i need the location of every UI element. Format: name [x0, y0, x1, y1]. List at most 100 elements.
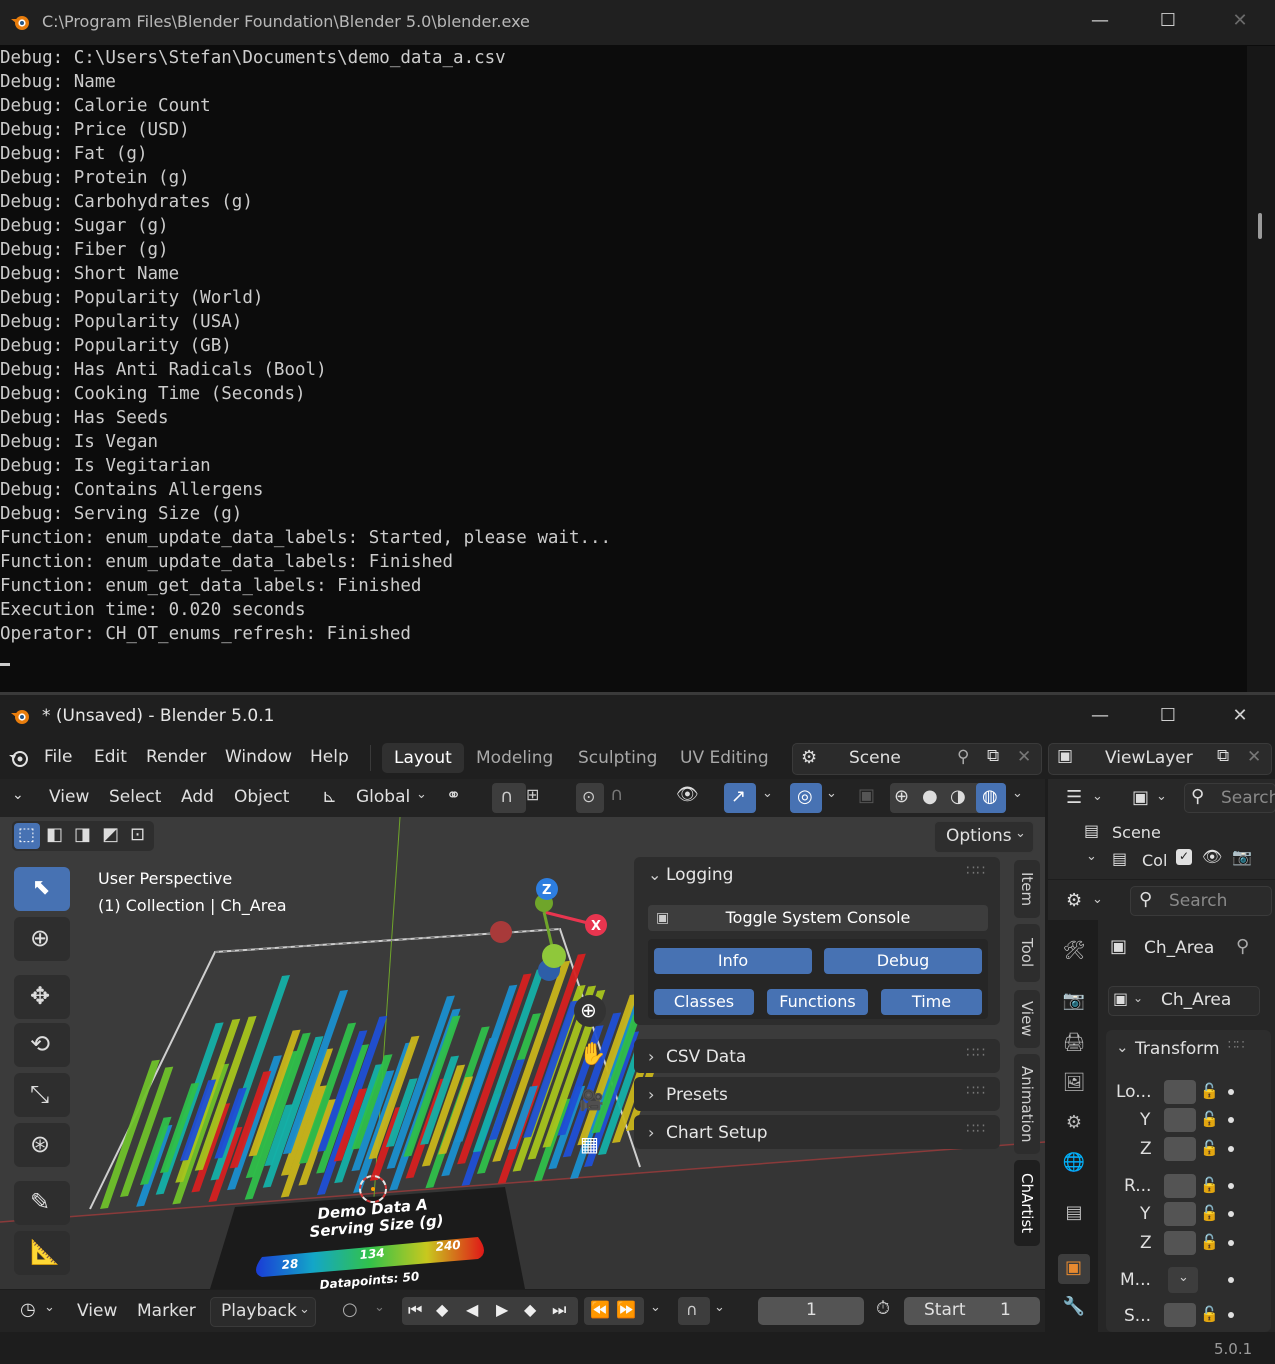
lock-icon[interactable]: 🔓: [1200, 1176, 1219, 1194]
functions-toggle-button[interactable]: Functions: [767, 989, 868, 1015]
keyframe-dot[interactable]: [1228, 1146, 1234, 1152]
ortho-toggle-button[interactable]: ▦: [574, 1129, 606, 1161]
keyframe-dot[interactable]: [1228, 1183, 1234, 1189]
tool-cursor[interactable]: ⊕: [14, 917, 70, 961]
xray-icon[interactable]: ▣: [858, 785, 875, 806]
eye-icon[interactable]: 👁: [1202, 847, 1222, 866]
keyframe-dot[interactable]: [1228, 1312, 1234, 1318]
keyframe-dot[interactable]: [1228, 1277, 1234, 1283]
classes-toggle-button[interactable]: Classes: [654, 989, 754, 1015]
tab-layout[interactable]: Layout: [382, 743, 464, 773]
debug-toggle-button[interactable]: Debug: [824, 948, 982, 974]
new-scene-icon[interactable]: ⧉: [987, 746, 999, 766]
sidebar-tab-item[interactable]: Item: [1014, 860, 1040, 918]
properties-search-field[interactable]: ⚲ Search: [1130, 886, 1272, 916]
chevron-down-icon[interactable]: ⌄: [1116, 1038, 1129, 1056]
rotation-y-field[interactable]: [1164, 1202, 1196, 1226]
outliner-search-field[interactable]: ⚲ Search: [1184, 783, 1275, 813]
sidebar-tab-view[interactable]: View: [1014, 990, 1040, 1048]
viewport-menu-view[interactable]: View: [49, 787, 89, 807]
jump-start-icon[interactable]: ⏮: [408, 1300, 422, 1320]
output-tab-icon[interactable]: 🖨: [1060, 1032, 1088, 1060]
view-layer-tab-icon[interactable]: 🖼: [1060, 1072, 1088, 1100]
record-icon[interactable]: ○: [342, 1299, 358, 1320]
scene-tab-icon[interactable]: ⚙: [1060, 1112, 1088, 1140]
proportional-edit-toggle[interactable]: ⊙: [576, 783, 604, 813]
select-extend-icon[interactable]: ◧: [46, 824, 63, 845]
menu-file[interactable]: File: [44, 747, 72, 767]
zoom-button[interactable]: ⊕: [574, 995, 606, 1027]
tool-scale[interactable]: ⤡: [14, 1073, 70, 1117]
rotation-z-field[interactable]: [1164, 1231, 1196, 1255]
lock-icon[interactable]: 🔓: [1200, 1305, 1219, 1323]
chevron-down-icon[interactable]: ⌄: [1156, 789, 1167, 804]
chevron-down-icon[interactable]: ⌄: [648, 865, 661, 884]
tool-settings-tab-icon[interactable]: 🛠: [1060, 940, 1088, 968]
properties-editor-icon[interactable]: ⚙: [1066, 890, 1082, 911]
logging-panel-title[interactable]: Logging: [666, 865, 733, 885]
select-intersect-icon[interactable]: ⊡: [130, 824, 145, 845]
pin-icon[interactable]: ⚲: [1236, 936, 1249, 957]
chevron-down-icon[interactable]: ⌄: [44, 1300, 55, 1315]
new-view-layer-icon[interactable]: ⧉: [1217, 746, 1229, 766]
chevron-down-icon[interactable]: ⌄: [374, 1300, 385, 1315]
current-frame-field[interactable]: 1: [758, 1297, 864, 1325]
drag-handle-icon[interactable]: ∷∷: [966, 1045, 986, 1061]
viewport-menu-add[interactable]: Add: [181, 787, 214, 807]
pin-icon[interactable]: ⚲: [957, 747, 969, 767]
drag-handle-icon[interactable]: ∷∷: [1228, 1038, 1245, 1053]
tab-modeling[interactable]: Modeling: [464, 743, 565, 773]
visibility-eye-icon[interactable]: 👁: [676, 784, 699, 805]
play-reverse-icon[interactable]: ◀: [466, 1300, 478, 1319]
transform-panel-title[interactable]: Transform: [1135, 1039, 1220, 1059]
menu-render[interactable]: Render: [146, 747, 207, 767]
rendered-shading-button[interactable]: ◍: [976, 783, 1006, 813]
blender-menu-icon[interactable]: [6, 747, 32, 769]
keyframe-dot[interactable]: [1228, 1117, 1234, 1123]
scene-collection-label[interactable]: Scene: [1112, 823, 1161, 842]
tool-move[interactable]: ✥: [14, 975, 70, 1019]
solid-shading-icon[interactable]: ●: [922, 786, 938, 807]
console-scrollbar-thumb[interactable]: [1258, 213, 1262, 239]
timeline-menu-marker[interactable]: Marker: [137, 1301, 196, 1321]
console-close-button[interactable]: ✕: [1220, 10, 1260, 31]
chevron-down-icon[interactable]: ⌄: [1092, 892, 1103, 907]
object-name[interactable]: Ch_Area: [1144, 938, 1214, 958]
gizmo-toggle[interactable]: ↗: [724, 783, 756, 813]
tab-uv-editing[interactable]: UV Editing: [668, 743, 781, 773]
menu-window[interactable]: Window: [225, 747, 292, 767]
blender-close-button[interactable]: ✕: [1220, 705, 1260, 726]
sidebar-tab-animation[interactable]: Animation: [1014, 1054, 1040, 1154]
view-layer-selector[interactable]: ▣ ViewLayer ⧉ ✕: [1048, 743, 1272, 775]
render-tab-icon[interactable]: 📷: [1060, 990, 1088, 1018]
tool-measure[interactable]: 📐: [14, 1231, 70, 1275]
blender-maximize-button[interactable]: ☐: [1148, 705, 1188, 726]
menu-help[interactable]: Help: [310, 747, 349, 767]
collection-tab-icon[interactable]: ▤: [1060, 1202, 1088, 1230]
timeline-menu-view[interactable]: View: [77, 1301, 117, 1321]
lock-icon[interactable]: 🔓: [1200, 1233, 1219, 1251]
falloff-icon[interactable]: ∩: [610, 784, 623, 805]
lock-icon[interactable]: 🔓: [1200, 1139, 1219, 1157]
delete-view-layer-icon[interactable]: ✕: [1247, 747, 1261, 767]
tool-transform[interactable]: ⊛: [14, 1123, 70, 1167]
menu-edit[interactable]: Edit: [94, 747, 127, 767]
next-keyframe-icon[interactable]: ◆: [524, 1300, 536, 1319]
drag-handle-icon[interactable]: ∷∷: [966, 1121, 986, 1137]
keyframe-dot[interactable]: [1228, 1089, 1234, 1095]
presets-panel[interactable]: › Presets ∷∷: [634, 1077, 1000, 1111]
lock-icon[interactable]: 🔓: [1200, 1082, 1219, 1100]
auto-keying-toggle[interactable]: ∩: [678, 1297, 710, 1325]
step-back-icon[interactable]: ⏪: [590, 1300, 610, 1319]
pan-button[interactable]: ✋: [574, 1039, 606, 1071]
rotation-mode-dropdown[interactable]: ⌄: [1168, 1267, 1198, 1293]
snap-target-icon[interactable]: ⊞: [526, 785, 539, 804]
material-shading-icon[interactable]: ◑: [950, 786, 966, 807]
scene-selector[interactable]: ⚙ Scene ⚲ ⧉ ✕: [792, 743, 1042, 775]
snap-toggle[interactable]: ∩: [492, 783, 526, 813]
timeline-editor-icon[interactable]: ◷: [20, 1299, 36, 1320]
select-box-mode-button[interactable]: ⬚: [14, 823, 40, 849]
tool-select-box[interactable]: ⬉: [14, 867, 70, 911]
start-frame-field[interactable]: Start 1: [904, 1297, 1040, 1325]
chevron-down-icon[interactable]: ⌄: [714, 1300, 725, 1315]
